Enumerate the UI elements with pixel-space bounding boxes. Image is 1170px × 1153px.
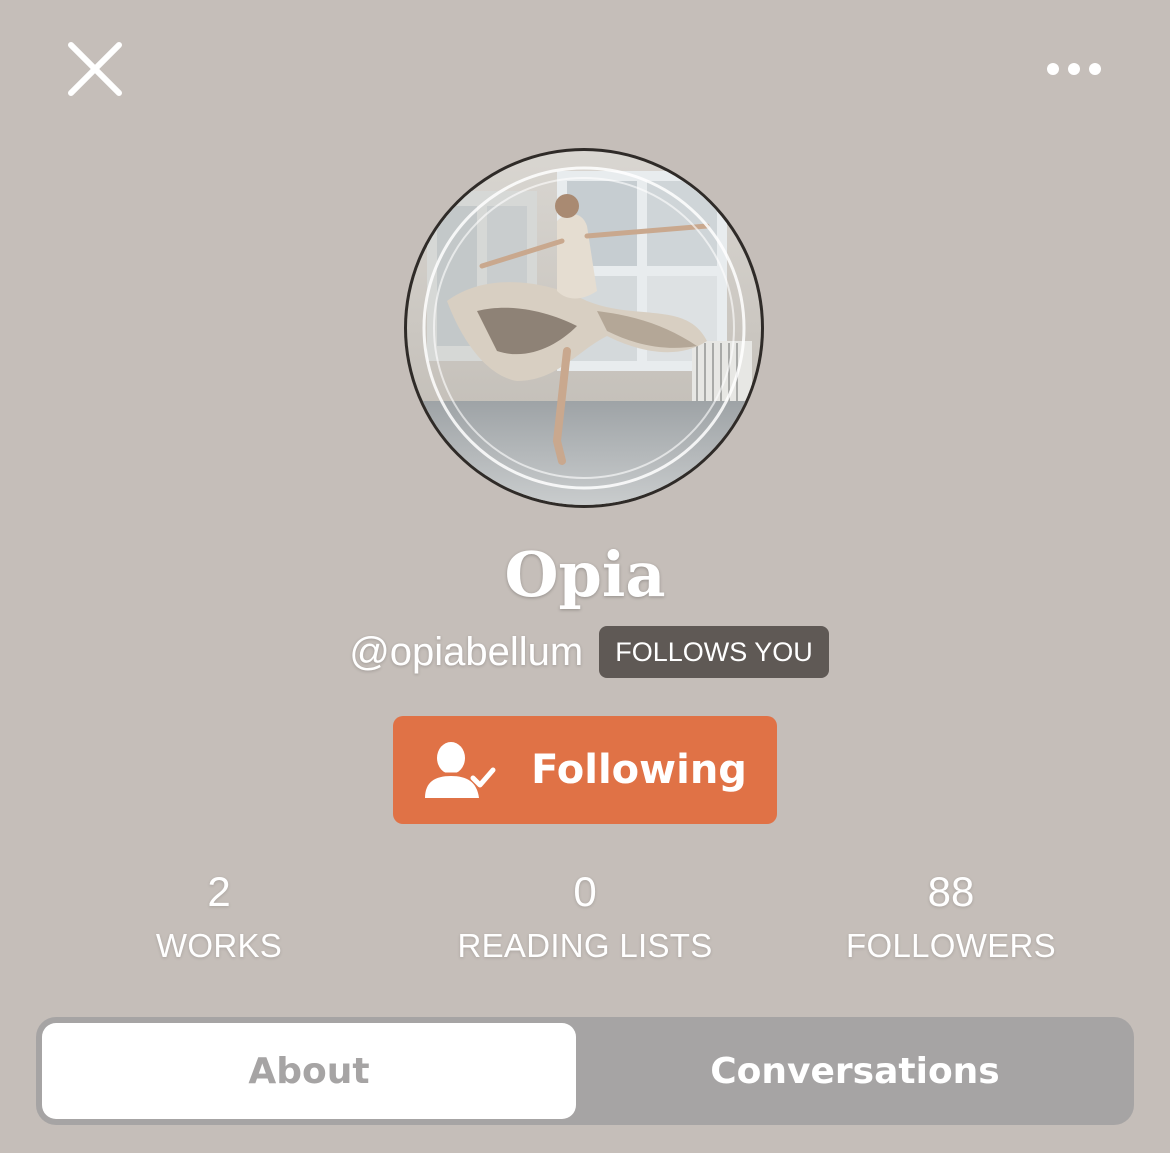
- stat-reading-lists-value: 0: [573, 868, 597, 915]
- profile-stats: 2 WORKS 0 READING LISTS 88 FOLLOWERS: [0, 866, 1170, 976]
- close-icon: [68, 42, 122, 96]
- handle-row: @opiabellum FOLLOWS YOU: [0, 624, 1170, 680]
- follows-you-badge: FOLLOWS YOU: [599, 626, 829, 678]
- tab-about[interactable]: About: [42, 1023, 576, 1119]
- close-button[interactable]: [62, 36, 128, 102]
- profile-display-name: Opia: [504, 538, 666, 611]
- following-button-label: Following: [531, 747, 747, 793]
- tab-conversations[interactable]: Conversations: [582, 1023, 1128, 1119]
- more-options-button[interactable]: [1040, 54, 1108, 84]
- following-button[interactable]: Following: [393, 716, 777, 824]
- stat-works[interactable]: 2 WORKS: [39, 866, 399, 974]
- avatar-image: [407, 151, 761, 505]
- stat-followers-value: 88: [927, 868, 975, 915]
- profile-tabs: About Conversations: [36, 1017, 1134, 1125]
- stat-followers[interactable]: 88 FOLLOWERS: [771, 866, 1131, 974]
- profile-avatar[interactable]: [404, 148, 764, 508]
- stat-works-value: 2: [207, 868, 231, 915]
- user-check-icon: [425, 742, 496, 798]
- profile-handle: @opiabellum: [349, 629, 584, 674]
- more-horizontal-icon: [1047, 63, 1101, 75]
- stat-reading-lists-label: READING LISTS: [457, 927, 713, 964]
- stat-reading-lists[interactable]: 0 READING LISTS: [405, 866, 765, 974]
- stat-works-label: WORKS: [155, 927, 283, 964]
- stat-followers-label: FOLLOWERS: [846, 927, 1056, 964]
